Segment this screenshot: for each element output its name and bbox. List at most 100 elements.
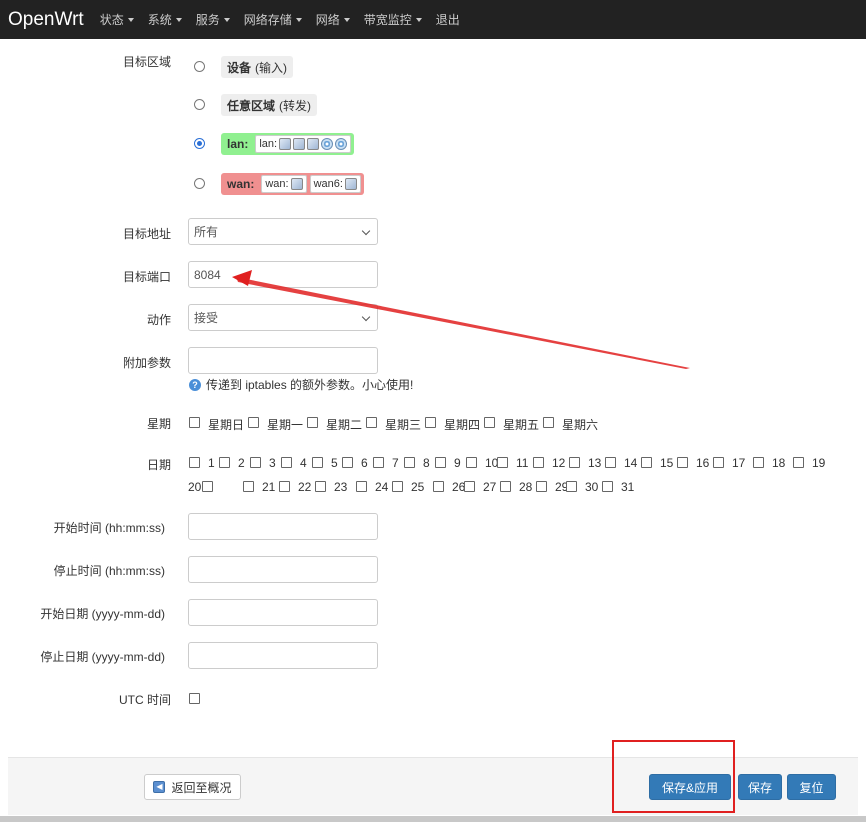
dest-port-label: 目标端口 (122, 270, 171, 284)
nav-system[interactable]: 系统 (148, 11, 182, 28)
nav-nas[interactable]: 网络存储 (244, 11, 302, 28)
weekday-checkbox[interactable] (366, 417, 377, 428)
weekday-checkbox[interactable] (307, 417, 318, 428)
monthday-checkbox[interactable] (677, 457, 688, 468)
monthday-label-text: 19 (812, 456, 826, 470)
start-time-input[interactable] (188, 513, 378, 540)
zone-device-sub: (输入) (255, 60, 288, 75)
monthday-checkbox[interactable] (466, 457, 477, 468)
monthday-checkbox[interactable] (312, 457, 323, 468)
extra-args-label: 附加参数 (122, 356, 171, 370)
back-to-overview-button[interactable]: ◀ 返回至概况 (144, 774, 241, 800)
monthday-checkbox[interactable] (202, 481, 213, 492)
zone-wan-radio[interactable] (194, 178, 205, 189)
monthday-checkbox[interactable] (189, 457, 200, 468)
monthday-checkbox[interactable] (373, 457, 384, 468)
wireless-icon (321, 138, 334, 150)
dest-port-input[interactable]: 8084 (188, 261, 378, 288)
extra-args-input[interactable] (188, 347, 378, 374)
monthday-checkbox[interactable] (641, 457, 652, 468)
dest-addr-select[interactable]: 所有 (188, 218, 378, 245)
monthday-label-text: 8 (423, 456, 430, 470)
monthday-label-text: 6 (361, 456, 368, 470)
stop-time-input[interactable] (188, 556, 378, 583)
monthday-label-text: 2 (238, 456, 245, 470)
zone-device-radio[interactable] (194, 61, 205, 72)
monthday-checkbox[interactable] (433, 481, 444, 492)
weekday-checkbox[interactable] (543, 417, 554, 428)
monthday-label-text: 3 (269, 456, 276, 470)
utc-checkbox[interactable] (189, 693, 200, 704)
monthday-checkbox[interactable] (753, 457, 764, 468)
monthday-checkbox[interactable] (356, 481, 367, 492)
zone-device-badge[interactable]: 设备 (输入) (221, 56, 294, 78)
monthday-checkbox[interactable] (342, 457, 353, 468)
monthday-checkbox[interactable] (500, 481, 511, 492)
ethernet-port-icon (290, 178, 303, 190)
zone-device-name: 设备 (227, 60, 252, 75)
utc-label: UTC 时间 (119, 693, 171, 707)
monthday-checkbox[interactable] (315, 481, 326, 492)
monthday-checkbox[interactable] (533, 457, 544, 468)
nav-bandwidth[interactable]: 带宽监控 (364, 11, 422, 28)
monthday-label-text: 7 (392, 456, 399, 470)
weekday-checkbox[interactable] (484, 417, 495, 428)
zone-lan-badge[interactable]: lan: lan: (221, 133, 355, 155)
monthday-checkbox[interactable] (464, 481, 475, 492)
monthday-checkbox[interactable] (219, 457, 230, 468)
start-date-input[interactable] (188, 599, 378, 626)
nav-network[interactable]: 网络 (316, 11, 350, 28)
monthday-checkbox[interactable] (793, 457, 804, 468)
monthday-label-text: 9 (454, 456, 461, 470)
monthday-checkbox[interactable] (602, 481, 613, 492)
weekday-checkbox[interactable] (248, 417, 259, 428)
nav-logout[interactable]: 退出 (436, 11, 460, 28)
monthday-checkbox[interactable] (536, 481, 547, 492)
stop-date-label: 停止日期 (yyyy-mm-dd) (40, 650, 165, 664)
monthday-label-text: 17 (732, 456, 746, 470)
monthday-checkbox[interactable] (435, 457, 446, 468)
monthday-checkbox[interactable] (250, 457, 261, 468)
zone-lan-iface: lan: (255, 135, 352, 153)
monthday-checkbox[interactable] (497, 457, 508, 468)
zone-any-badge[interactable]: 任意区域 (转发) (221, 94, 318, 116)
monthday-label-text: 31 (621, 480, 635, 494)
caret-down-icon (415, 17, 422, 22)
zone-wan-badge[interactable]: wan: wan: wan6: (221, 173, 364, 195)
monthday-label: 日期 (146, 458, 171, 472)
start-date-label: 开始日期 (yyyy-mm-dd) (40, 607, 165, 621)
monthday-label-text: 30 (585, 480, 599, 494)
ethernet-port-icon (279, 138, 292, 150)
monthday-checkbox[interactable] (605, 457, 616, 468)
start-time-label: 开始时间 (hh:mm:ss) (53, 521, 165, 535)
reset-button[interactable]: 复位 (787, 774, 836, 800)
brand-logo[interactable]: OpenWrt (0, 9, 84, 31)
zone-any-radio[interactable] (194, 99, 205, 110)
monthday-checkbox[interactable] (566, 481, 577, 492)
monthday-checkbox[interactable] (281, 457, 292, 468)
weekday-checkbox[interactable] (425, 417, 436, 428)
monthday-checkbox[interactable] (713, 457, 724, 468)
ethernet-port-icon (307, 138, 320, 150)
weekday-label-text: 星期日 (208, 418, 245, 432)
monthday-checkbox[interactable] (243, 481, 254, 492)
monthday-label-text: 13 (588, 456, 602, 470)
action-select[interactable]: 接受 (188, 304, 378, 331)
monthday-label-text: 21 (262, 480, 276, 494)
weekday-label-text: 星期五 (503, 418, 540, 432)
monthday-label-text: 20 (188, 480, 202, 494)
weekday-checkbox[interactable] (189, 417, 200, 428)
ethernet-port-icon (293, 138, 306, 150)
stop-date-input[interactable] (188, 642, 378, 669)
nav-services[interactable]: 服务 (196, 11, 230, 28)
weekday-label-text: 星期二 (326, 418, 363, 432)
monthday-checkbox[interactable] (404, 457, 415, 468)
annotation-highlight-box (612, 740, 735, 813)
monthday-checkbox[interactable] (279, 481, 290, 492)
zone-lan-radio[interactable] (194, 138, 205, 149)
monthday-checkbox[interactable] (392, 481, 403, 492)
nav-status[interactable]: 状态 (100, 11, 134, 28)
save-button[interactable]: 保存 (738, 774, 782, 800)
monthday-label-text: 15 (660, 456, 674, 470)
monthday-checkbox[interactable] (569, 457, 580, 468)
